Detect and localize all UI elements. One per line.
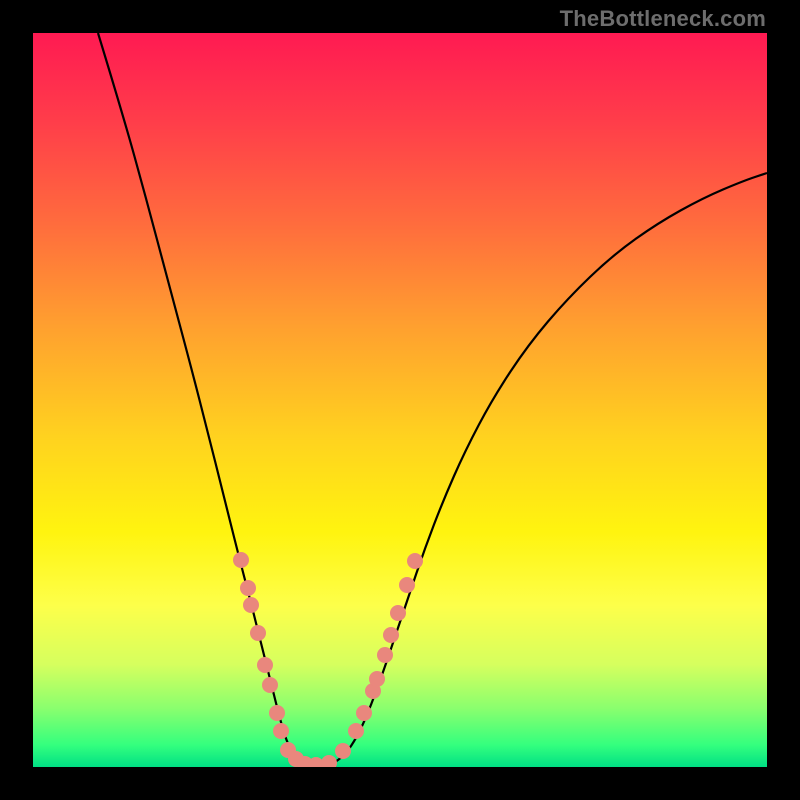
- highlight-dot: [407, 553, 423, 569]
- highlight-dot: [321, 755, 337, 767]
- highlight-dot: [257, 657, 273, 673]
- chart-stage: TheBottleneck.com: [0, 0, 800, 800]
- highlight-dot: [369, 671, 385, 687]
- highlight-dot: [377, 647, 393, 663]
- watermark-text: TheBottleneck.com: [560, 6, 766, 32]
- highlight-dot: [390, 605, 406, 621]
- bottleneck-curve: [98, 33, 767, 767]
- highlight-dot: [273, 723, 289, 739]
- highlight-dot: [233, 552, 249, 568]
- highlight-dot: [335, 743, 351, 759]
- highlight-dot: [240, 580, 256, 596]
- highlight-dot: [250, 625, 266, 641]
- plot-area: [33, 33, 767, 767]
- highlight-dot: [383, 627, 399, 643]
- highlight-dot: [356, 705, 372, 721]
- highlight-dot: [243, 597, 259, 613]
- highlight-dot: [399, 577, 415, 593]
- highlight-dots: [233, 552, 423, 767]
- highlight-dot: [262, 677, 278, 693]
- highlight-dot: [348, 723, 364, 739]
- highlight-dot: [269, 705, 285, 721]
- curve-layer: [33, 33, 767, 767]
